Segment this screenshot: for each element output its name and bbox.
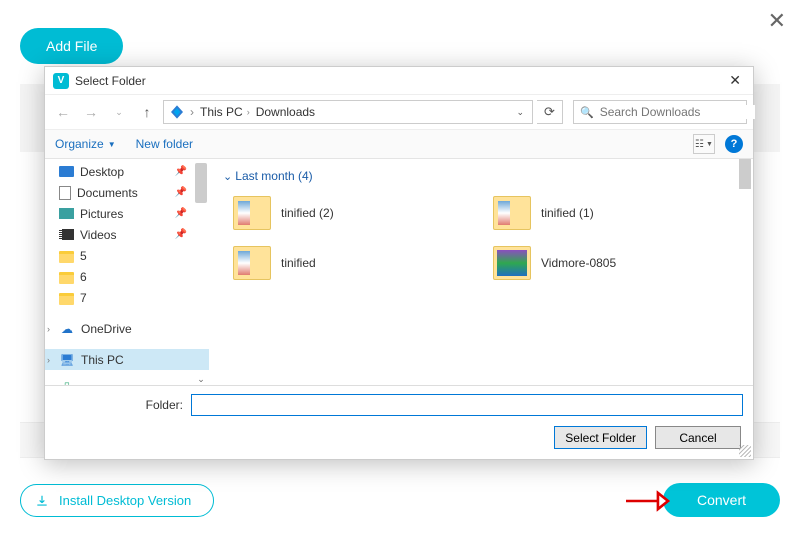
folder-item[interactable]: tinified (1) <box>493 191 743 235</box>
desktop-icon <box>59 166 74 177</box>
breadcrumb-bar[interactable]: › This PC› Downloads ⌄ <box>163 100 533 124</box>
folder-field-label: Folder: <box>55 398 183 412</box>
pin-icon: 📌 <box>175 166 187 177</box>
tree-item-folder[interactable]: 6 <box>45 266 209 287</box>
view-options-button[interactable]: ☷▼ <box>693 134 715 154</box>
tree-item-thispc[interactable]: ›🖥This PC <box>45 349 209 370</box>
nav-back-button[interactable]: ← <box>51 100 75 124</box>
nav-up-button[interactable]: ↑ <box>135 100 159 124</box>
app-logo-icon: V <box>53 73 69 89</box>
documents-icon <box>59 186 71 200</box>
tree-item-folder[interactable]: 7 <box>45 287 209 308</box>
add-file-button[interactable]: Add File <box>20 28 123 64</box>
search-icon: 🔍 <box>580 106 594 119</box>
folder-thumbnail-icon <box>493 196 531 230</box>
search-box[interactable]: 🔍 <box>573 100 747 124</box>
dialog-footer: Folder: Select Folder Cancel <box>45 386 753 459</box>
convert-button[interactable]: Convert <box>663 483 780 517</box>
tree-item-network[interactable]: ›🖧Network <box>45 380 209 385</box>
dialog-title: Select Folder <box>75 74 725 88</box>
thispc-icon <box>168 103 186 121</box>
refresh-button[interactable]: ⟳ <box>537 100 563 124</box>
breadcrumb-downloads[interactable]: Downloads <box>254 105 317 119</box>
search-input[interactable] <box>600 105 755 119</box>
onedrive-icon: ☁ <box>59 321 75 337</box>
new-folder-button[interactable]: New folder <box>136 137 193 151</box>
tree-item-videos[interactable]: Videos📌 <box>45 224 209 245</box>
address-row: ← → ⌄ ↑ › This PC› Downloads ⌄ ⟳ 🔍 <box>45 95 753 129</box>
tree-item-onedrive[interactable]: ›☁OneDrive <box>45 318 209 339</box>
pin-icon: 📌 <box>175 187 187 198</box>
folder-item[interactable]: Vidmore-0805 <box>493 241 743 285</box>
content-scrollbar[interactable] <box>737 159 753 385</box>
breadcrumb-thispc[interactable]: This PC› <box>198 105 252 119</box>
pictures-icon <box>59 208 74 219</box>
folder-thumbnail-icon <box>233 196 271 230</box>
tree-item-desktop[interactable]: Desktop📌 <box>45 161 209 182</box>
chevron-right-icon[interactable]: › <box>47 355 50 365</box>
nav-recent-dropdown[interactable]: ⌄ <box>107 100 131 124</box>
dialog-titlebar: V Select Folder ✕ <box>45 67 753 95</box>
pin-icon: 📌 <box>175 208 187 219</box>
thispc-icon: 🖥 <box>59 352 75 368</box>
folder-thumbnail-icon <box>493 246 531 280</box>
annotation-arrow-icon <box>624 490 670 515</box>
folder-icon <box>59 272 74 284</box>
folder-icon <box>59 293 74 305</box>
tree-scrollbar[interactable]: ⌄ <box>193 159 209 385</box>
dialog-close-button[interactable]: ✕ <box>725 72 745 89</box>
app-close-icon[interactable]: ✕ <box>768 8 786 34</box>
tree-item-folder[interactable]: 5 <box>45 245 209 266</box>
toolbar: Organize ▼ New folder ☷▼ ? <box>45 129 753 159</box>
folder-item[interactable]: tinified <box>233 241 483 285</box>
folder-item[interactable]: tinified (2) <box>233 191 483 235</box>
nav-tree: Desktop📌 Documents📌 Pictures📌 Videos📌 5 … <box>45 159 209 385</box>
folder-thumbnail-icon <box>233 246 271 280</box>
videos-icon <box>59 229 74 240</box>
install-desktop-label: Install Desktop Version <box>59 493 191 508</box>
select-folder-button[interactable]: Select Folder <box>554 426 647 449</box>
folder-name-input[interactable] <box>191 394 743 416</box>
breadcrumb-root[interactable]: › <box>188 105 196 119</box>
folder-icon <box>59 251 74 263</box>
network-icon: 🖧 <box>59 383 75 386</box>
cancel-button[interactable]: Cancel <box>655 426 741 449</box>
tree-item-pictures[interactable]: Pictures📌 <box>45 203 209 224</box>
breadcrumb-dropdown[interactable]: ⌄ <box>512 107 528 118</box>
tree-item-documents[interactable]: Documents📌 <box>45 182 209 203</box>
resize-grip[interactable] <box>739 445 751 457</box>
select-folder-dialog: V Select Folder ✕ ← → ⌄ ↑ › This PC› Dow… <box>44 66 754 460</box>
chevron-right-icon[interactable]: › <box>47 324 50 334</box>
nav-forward-button: → <box>79 100 103 124</box>
help-button[interactable]: ? <box>725 135 743 153</box>
download-icon <box>35 494 49 508</box>
install-desktop-button[interactable]: Install Desktop Version <box>20 484 214 517</box>
folder-content: Last month (4) tinified (2) tinified (1)… <box>209 159 753 385</box>
pin-icon: 📌 <box>175 229 187 240</box>
organize-menu[interactable]: Organize ▼ <box>55 137 116 151</box>
group-header-last-month[interactable]: Last month (4) <box>223 169 743 183</box>
